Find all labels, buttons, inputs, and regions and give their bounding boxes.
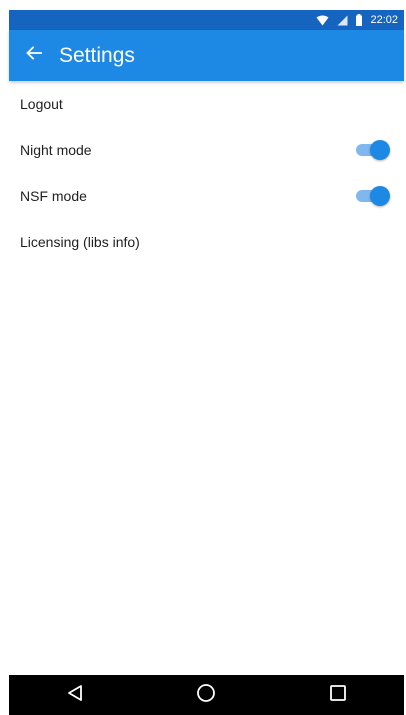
nav-home-button[interactable] — [186, 675, 226, 715]
status-time: 22:02 — [370, 14, 398, 26]
system-nav-bar — [9, 675, 404, 715]
setting-label: Logout — [20, 96, 63, 112]
setting-label: Night mode — [20, 142, 92, 158]
setting-licensing[interactable]: Licensing (libs info) — [9, 219, 404, 265]
settings-list: Logout Night mode NSF mode Licensing (li… — [9, 81, 404, 265]
nav-back-button[interactable] — [55, 675, 95, 715]
app-bar: Settings — [9, 30, 404, 81]
setting-logout[interactable]: Logout — [9, 81, 404, 127]
toggle-thumb — [370, 140, 390, 160]
page-title: Settings — [59, 43, 135, 67]
arrow-left-icon — [26, 46, 42, 65]
signal-icon — [337, 15, 348, 26]
toggle-thumb — [370, 186, 390, 206]
setting-label: Licensing (libs info) — [20, 234, 140, 250]
setting-label: NSF mode — [20, 188, 87, 204]
battery-icon — [356, 14, 363, 26]
back-button[interactable] — [18, 36, 50, 76]
screen: 22:02 Settings Logout Night mode NSF mod… — [0, 0, 406, 715]
recents-square-icon — [329, 684, 347, 707]
nsf-mode-toggle[interactable] — [356, 186, 390, 206]
home-circle-icon — [196, 683, 216, 708]
wifi-icon — [316, 15, 329, 26]
back-triangle-icon — [66, 684, 84, 707]
setting-night-mode[interactable]: Night mode — [9, 127, 404, 173]
nav-recents-button[interactable] — [318, 675, 358, 715]
status-bar: 22:02 — [9, 10, 404, 30]
night-mode-toggle[interactable] — [356, 140, 390, 160]
setting-nsf-mode[interactable]: NSF mode — [9, 173, 404, 219]
